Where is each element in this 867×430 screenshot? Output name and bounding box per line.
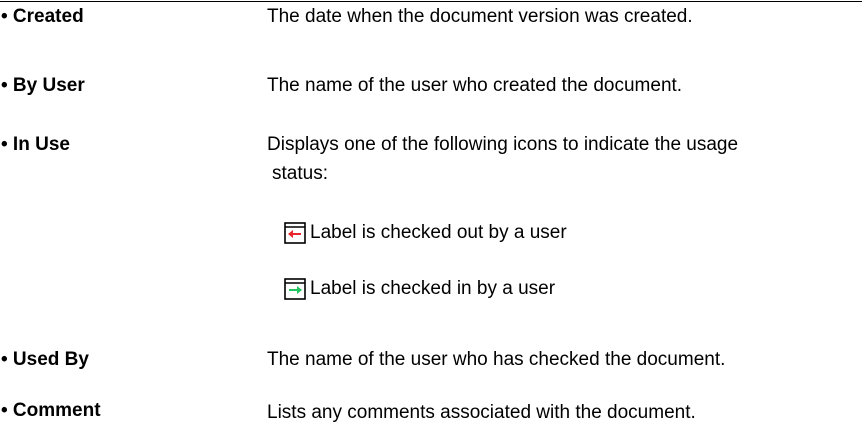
desc-used-by: The name of the user who has checked the… <box>267 349 726 370</box>
term-comment: • Comment <box>1 400 101 421</box>
desc-in-use-line1: Displays one of the following icons to i… <box>267 134 739 155</box>
checked-in-label: Label is checked in by a user <box>310 278 556 299</box>
checked-out-icon <box>284 222 306 244</box>
desc-by-user: The name of the user who created the doc… <box>267 75 683 96</box>
checked-in-icon <box>284 278 306 300</box>
term-used-by: • Used By <box>1 349 89 370</box>
desc-in-use: Displays one of the following icons to i… <box>267 130 857 188</box>
term-created: • Created <box>1 6 84 27</box>
desc-comment: Lists any comments associated with the d… <box>267 402 696 423</box>
term-in-use: • In Use <box>1 134 70 155</box>
status-item-checked-in: Label is checked in by a user <box>284 278 555 300</box>
desc-in-use-line2: status: <box>272 163 328 184</box>
desc-created: The date when the document version was c… <box>267 6 693 27</box>
checked-out-label: Label is checked out by a user <box>310 222 567 243</box>
term-by-user: • By User <box>1 75 85 96</box>
top-rule <box>0 1 862 2</box>
status-item-checked-out: Label is checked out by a user <box>284 222 567 244</box>
